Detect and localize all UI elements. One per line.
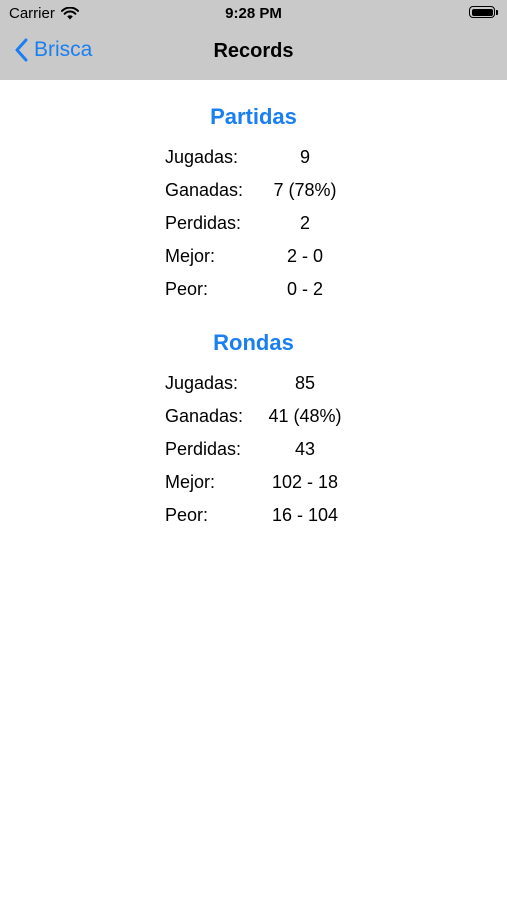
top-bar: Carrier 9:28 PM Brisca Records <box>0 0 507 80</box>
rondas-peor-value: 16 - 104 <box>271 505 339 525</box>
rondas-jugadas-label: Jugadas: <box>165 373 239 393</box>
partidas-peor-value: 0 - 2 <box>286 279 324 299</box>
rondas-ganadas-value: 41 (48%) <box>268 406 342 426</box>
partidas-perdidas-label: Perdidas: <box>165 213 242 233</box>
rondas-peor-label: Peor: <box>165 505 209 525</box>
navigation-bar: Brisca Records <box>0 28 507 80</box>
rondas-ganadas-label: Ganadas: <box>165 406 244 426</box>
status-time: 9:28 PM <box>225 5 282 22</box>
section-title-partidas: Partidas <box>210 104 297 129</box>
rondas-perdidas-value: 43 <box>294 439 316 459</box>
partidas-mejor-label: Mejor: <box>165 246 216 266</box>
partidas-perdidas-value: 2 <box>299 213 310 233</box>
partidas-ganadas-value: 7 (78%) <box>273 180 337 200</box>
records-content: Partidas Jugadas: 9 Ganadas: 7 (78%) Per… <box>0 80 507 900</box>
section-title-rondas: Rondas <box>213 330 294 355</box>
rondas-mejor-value: 102 - 18 <box>271 472 339 492</box>
battery-icon <box>469 6 498 18</box>
partidas-jugadas-label: Jugadas: <box>165 147 239 167</box>
rondas-perdidas-label: Perdidas: <box>165 439 242 459</box>
rondas-jugadas-value: 85 <box>294 373 316 393</box>
status-bar: Carrier 9:28 PM <box>0 0 507 28</box>
partidas-mejor-value: 2 - 0 <box>286 246 324 266</box>
partidas-jugadas-value: 9 <box>299 147 310 167</box>
rondas-mejor-label: Mejor: <box>165 472 216 492</box>
partidas-peor-label: Peor: <box>165 279 209 299</box>
page-title: Records <box>213 40 294 62</box>
partidas-ganadas-label: Ganadas: <box>165 180 244 200</box>
